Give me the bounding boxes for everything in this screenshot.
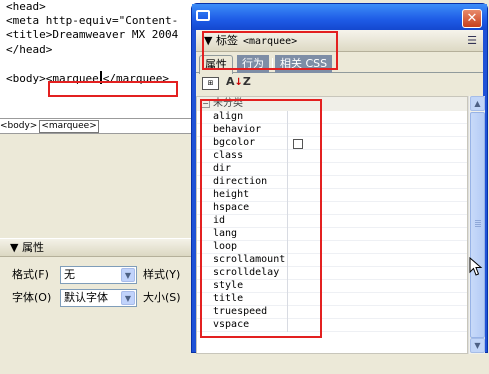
vertical-scrollbar[interactable]: ▲ ▼ xyxy=(468,96,485,354)
font-select[interactable]: 默认字体 ▼ xyxy=(60,289,137,307)
panel-header-highlight xyxy=(202,31,338,70)
code-line: <title>Dreamweaver MX 2004 xyxy=(6,28,179,42)
code-line: </head> xyxy=(6,42,53,56)
tag-selector-marquee[interactable]: <marquee> xyxy=(39,120,99,133)
font-label: 字体(O) xyxy=(12,291,52,304)
properties-inspector: ▼ 属性 格式(F) 无 ▼ 样式(Y) 字体(O) 默认字体 ▼ 大小(S) xyxy=(0,238,200,353)
panel-titlebar[interactable]: ✕ xyxy=(192,4,487,30)
properties-header[interactable]: ▼ 属性 xyxy=(0,239,200,257)
collapse-arrow-icon: ▼ xyxy=(10,241,22,254)
code-line: <meta http-equiv="Content- xyxy=(6,14,179,28)
tag-selector: <body> <marquee> xyxy=(0,118,200,134)
window-icon xyxy=(196,10,210,21)
format-label: 格式(F) xyxy=(12,268,49,281)
options-menu-icon[interactable]: ☰ xyxy=(467,30,477,52)
format-row: 格式(F) 无 ▼ 样式(Y) xyxy=(12,265,180,285)
size-label: 大小(S) xyxy=(143,291,181,304)
category-view-icon[interactable]: ⊞ xyxy=(202,77,219,90)
style-label: 样式(Y) xyxy=(143,268,181,281)
code-editor[interactable]: <head> <meta http-equiv="Content- <title… xyxy=(0,0,200,118)
chevron-down-icon: ▼ xyxy=(121,268,135,282)
format-select[interactable]: 无 ▼ xyxy=(60,266,137,284)
sort-az-icon[interactable]: A↓Z xyxy=(226,75,251,88)
font-row: 字体(O) 默认字体 ▼ 大小(S) xyxy=(12,288,181,308)
attribute-toolbar: ⊞ A↓Z xyxy=(196,74,483,96)
attribute-list-highlight xyxy=(200,99,322,338)
panel-footer xyxy=(196,354,483,374)
code-line: <head> xyxy=(6,0,46,13)
editor-background xyxy=(0,135,200,238)
chevron-down-icon: ▼ xyxy=(121,291,135,305)
tag-selector-body[interactable]: <body> xyxy=(0,119,37,133)
scroll-up-icon[interactable]: ▲ xyxy=(470,96,485,111)
marquee-code-highlight xyxy=(48,81,178,97)
scroll-down-icon[interactable]: ▼ xyxy=(470,338,485,353)
mouse-cursor-icon xyxy=(469,257,483,276)
scroll-thumb[interactable] xyxy=(470,112,485,338)
close-button[interactable]: ✕ xyxy=(462,9,482,28)
